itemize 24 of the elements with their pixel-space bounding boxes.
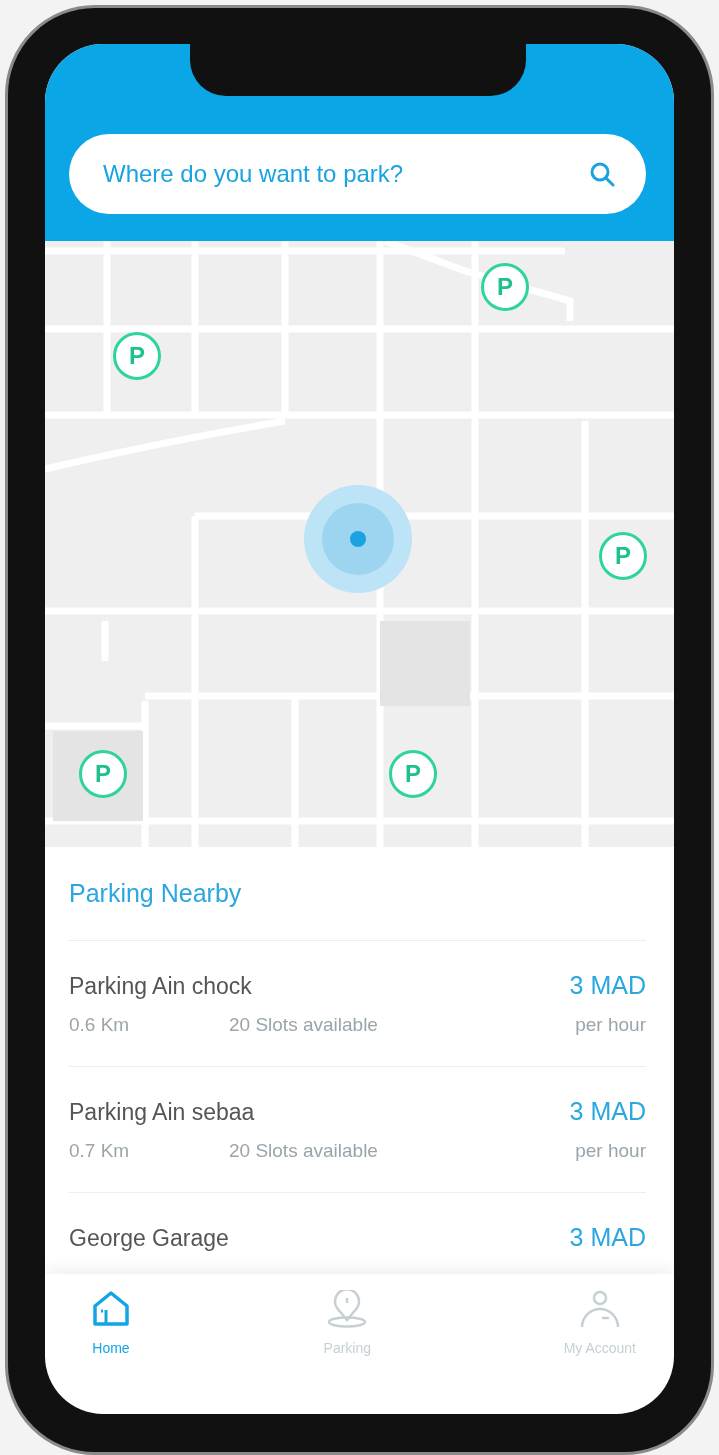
parking-price: 3 MAD bbox=[569, 971, 646, 1000]
parking-distance: 0.6 Km bbox=[69, 1014, 131, 1036]
parking-price: 3 MAD bbox=[569, 1097, 646, 1126]
parking-list-item[interactable]: Parking Ain sebaa 3 MAD 0.7 Km 20 Slots available per hour bbox=[69, 1067, 646, 1193]
price-unit: per hour bbox=[575, 1140, 646, 1162]
parking-list-item[interactable]: George Garage 3 MAD bbox=[69, 1193, 646, 1274]
parking-name: Parking Ain sebaa bbox=[69, 1099, 256, 1126]
search-field[interactable]: Where do you want to park? bbox=[69, 134, 646, 214]
location-pin-icon bbox=[327, 1290, 368, 1328]
parking-name: George Garage bbox=[69, 1225, 230, 1252]
nav-tab[interactable]: Home bbox=[85, 1274, 137, 1414]
price-unit: per hour bbox=[575, 1014, 646, 1036]
parking-distance: 0.7 Km bbox=[69, 1140, 131, 1162]
nav-tab[interactable]: Parking bbox=[317, 1274, 378, 1414]
parking-price: 3 MAD bbox=[569, 1223, 646, 1252]
person-icon bbox=[579, 1290, 620, 1328]
section-title: Parking Nearby bbox=[69, 847, 646, 941]
slots-available: 20 Slots available bbox=[229, 1014, 379, 1036]
parking-list-item[interactable]: Parking Ain chock 3 MAD 0.6 Km 20 Slots available per hour bbox=[69, 941, 646, 1067]
nav-tab[interactable]: My Account bbox=[557, 1274, 642, 1414]
parking-name: Parking Ain chock bbox=[69, 973, 253, 1000]
home-icon bbox=[91, 1290, 131, 1328]
slots-available: 20 Slots available bbox=[229, 1140, 379, 1162]
search-icon[interactable] bbox=[588, 160, 616, 188]
